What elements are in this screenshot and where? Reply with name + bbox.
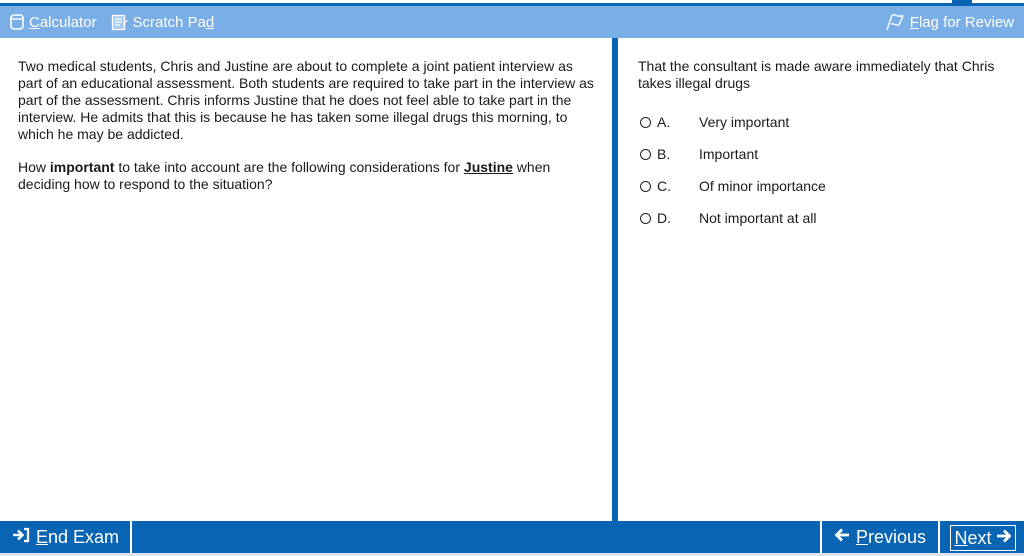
scenario-paragraph: Two medical students, Chris and Justine … (18, 58, 594, 142)
option-letter: A. (657, 113, 671, 130)
scenario-question: How important to take into account are t… (18, 159, 551, 192)
exit-arrow-icon (12, 527, 30, 548)
next-button[interactable]: Next (942, 521, 1024, 554)
item-stem: That the consultant is made aware immedi… (638, 58, 995, 91)
exam-window: Calculator Scratch Pad Flag for Review T… (0, 0, 1024, 556)
option-d[interactable]: D. Not important at all (638, 202, 1004, 234)
radio-button-icon[interactable] (640, 180, 651, 192)
answer-pane: That the consultant is made aware immedi… (618, 38, 1024, 521)
option-b[interactable]: B. Important (638, 138, 1004, 170)
option-letter: B. (657, 145, 671, 162)
arrow-right-icon (996, 528, 1012, 549)
calculator-button[interactable]: Calculator (10, 14, 97, 31)
option-letter: C. (657, 177, 671, 194)
option-text: Of minor importance (699, 177, 826, 194)
navigation-bar: End Exam Previous Next (0, 521, 1024, 556)
answer-options: A. Very important B. Important C. Of min… (638, 106, 1004, 234)
option-c[interactable]: C. Of minor importance (638, 170, 1004, 202)
option-text: Important (699, 145, 759, 162)
end-exam-button[interactable]: End Exam (0, 521, 132, 554)
radio-button-icon[interactable] (640, 148, 651, 160)
option-a[interactable]: A. Very important (638, 106, 1004, 138)
calculator-icon (10, 14, 24, 30)
flag-for-review-button[interactable]: Flag for Review (885, 13, 1014, 31)
radio-button-icon[interactable] (640, 116, 651, 128)
toolbar: Calculator Scratch Pad Flag for Review (0, 6, 1024, 38)
question-content: Two medical students, Chris and Justine … (0, 38, 1024, 521)
option-text: Not important at all (699, 209, 817, 226)
scratch-pad-button[interactable]: Scratch Pad (111, 14, 214, 31)
option-text: Very important (699, 113, 790, 130)
flag-icon (885, 13, 905, 31)
previous-button[interactable]: Previous (820, 521, 940, 554)
radio-button-icon[interactable] (640, 212, 651, 224)
option-letter: D. (657, 209, 671, 226)
arrow-left-icon (834, 527, 850, 548)
scratch-pad-icon (111, 14, 128, 31)
scenario-pane: Two medical students, Chris and Justine … (0, 38, 612, 521)
